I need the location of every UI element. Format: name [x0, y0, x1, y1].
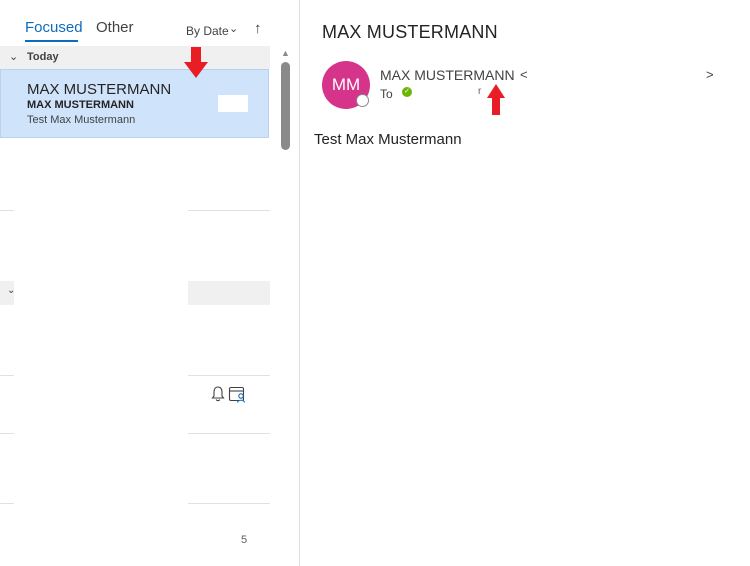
row-divider [0, 375, 14, 376]
message-sender: MAX MUSTERMANN [27, 81, 172, 98]
active-tab-indicator [25, 40, 78, 42]
presence-status-icon [356, 94, 369, 107]
sender-email-close: > [706, 67, 714, 82]
message-time-redacted [218, 95, 248, 112]
chevron-down-icon[interactable]: ⌄ [9, 50, 18, 63]
scroll-up-icon[interactable]: ▲ [281, 48, 290, 58]
truncated-text: 5 [241, 534, 248, 546]
arrow-up-icon[interactable]: ↑ [254, 20, 262, 37]
tab-focused[interactable]: Focused [25, 19, 83, 36]
group-header-label: Today [27, 51, 59, 63]
sender-name[interactable]: MAX MUSTERMANN [380, 67, 515, 83]
row-divider [188, 375, 270, 376]
tab-other[interactable]: Other [96, 19, 134, 36]
redacted-area [15, 140, 187, 566]
chevron-down-icon[interactable]: ⌄ [229, 22, 238, 35]
group-header[interactable] [188, 281, 270, 305]
row-divider [188, 210, 270, 211]
annotation-arrow-down-head [184, 62, 208, 78]
sort-by-date-button[interactable]: By Date [186, 24, 229, 38]
row-divider [188, 503, 270, 504]
recipient-fragment[interactable]: r [478, 86, 481, 97]
annotation-arrow-down [191, 47, 201, 63]
row-divider [0, 503, 14, 504]
calendar-person-icon[interactable] [228, 385, 248, 404]
pane-divider[interactable] [299, 0, 300, 566]
row-divider [0, 210, 14, 211]
sender-email-open: < [520, 67, 528, 82]
to-label: To [380, 87, 393, 101]
scrollbar-thumb[interactable] [281, 62, 290, 150]
row-divider [0, 433, 14, 434]
annotation-arrow-up [492, 97, 500, 115]
checkmark-icon: ✓ [402, 87, 412, 97]
row-divider [188, 433, 270, 434]
message-preview: Test Max Mustermann [27, 114, 136, 126]
annotation-arrow-up-head [487, 84, 505, 98]
chevron-down-icon[interactable]: ⌄ [7, 285, 15, 296]
bell-icon[interactable] [210, 385, 226, 403]
message-subject: MAX MUSTERMANN [27, 99, 134, 111]
reading-pane-title: MAX MUSTERMANN [322, 22, 498, 42]
message-body: Test Max Mustermann [314, 131, 462, 148]
